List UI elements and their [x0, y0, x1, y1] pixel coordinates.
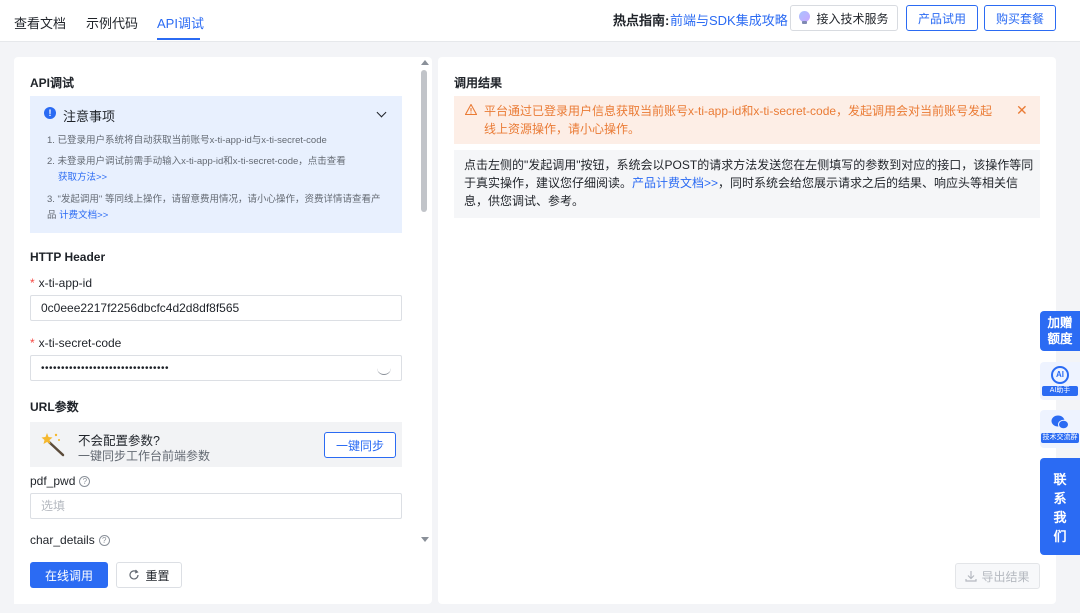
- result-panel: 调用结果 平台通过已登录用户信息获取当前账号x-ti-app-id和x-ti-s…: [438, 57, 1056, 604]
- ai-icon-label: AI: [1056, 370, 1064, 379]
- wechat-icon: [1051, 415, 1069, 430]
- warning-text: 平台通过已登录用户信息获取当前账号x-ti-app-id和x-ti-secret…: [484, 104, 993, 136]
- app-id-label: * x-ti-app-id: [30, 276, 92, 290]
- char-details-label-text: char_details: [30, 533, 95, 547]
- bonus-quota-button[interactable]: 加赠额度: [1040, 311, 1080, 351]
- tech-service-button[interactable]: 接入技术服务: [790, 5, 898, 31]
- warning-alert: 平台通过已登录用户信息获取当前账号x-ti-app-id和x-ti-secret…: [454, 96, 1040, 144]
- buy-package-button[interactable]: 购买套餐: [984, 5, 1056, 31]
- notice-item-2: 2. 未登录用户调试前需手动输入x-ti-app-id和x-ti-secret-…: [47, 154, 387, 186]
- tab-docs[interactable]: 查看文档: [14, 13, 66, 32]
- action-bar: 在线调用 重置: [14, 551, 419, 604]
- lightbulb-icon: [799, 11, 811, 25]
- notice-title: 注意事项: [63, 109, 116, 124]
- download-icon: [965, 571, 978, 582]
- http-header-title: HTTP Header: [30, 250, 106, 264]
- get-method-link[interactable]: 获取方法>>: [58, 172, 107, 183]
- contact-us-button[interactable]: 联系我们: [1040, 458, 1080, 555]
- pdf-pwd-label: pdf_pwd?: [30, 474, 91, 488]
- magic-wand-icon: [41, 433, 65, 457]
- char-details-label: char_details?: [30, 533, 110, 547]
- tech-service-label: 接入技术服务: [816, 11, 889, 26]
- app-id-label-text: x-ti-app-id: [38, 276, 93, 290]
- scroll-up-arrow[interactable]: [421, 60, 429, 65]
- sync-subtitle: 一键同步工作台前端参数: [78, 449, 211, 463]
- notice-item-1: 1. 已登录用户系统将自动获取当前账号x-ti-app-id与x-ti-secr…: [47, 135, 327, 146]
- tech-group-button[interactable]: 技术交流群: [1040, 410, 1080, 448]
- active-tab-indicator: [157, 38, 200, 40]
- ai-assistant-button[interactable]: AI AI助手: [1040, 362, 1080, 400]
- secret-code-label-text: x-ti-secret-code: [38, 336, 122, 350]
- tab-sample-code[interactable]: 示例代码: [86, 13, 138, 32]
- reset-label: 重置: [145, 568, 170, 583]
- api-debug-panel: API调试 ! 注意事项 1. 已登录用户系统将自动获取当前账号x-ti-app…: [14, 57, 432, 604]
- billing-doc-link[interactable]: 计费文档>>: [59, 210, 108, 221]
- notice-item-3: 3. "发起调用" 等同线上操作，请留意费用情况，请小心操作，资费详情请查看产品…: [47, 192, 387, 224]
- hot-guide-label: 热点指南:: [613, 13, 670, 28]
- url-params-title: URL参数: [30, 400, 79, 414]
- pdf-pwd-input[interactable]: [30, 493, 402, 519]
- app-id-input[interactable]: [30, 295, 402, 321]
- export-result-button[interactable]: 导出结果: [955, 563, 1040, 589]
- product-trial-button[interactable]: 产品试用: [906, 5, 978, 31]
- info-icon: !: [44, 107, 56, 119]
- contact-us-label: 联系我们: [1053, 472, 1067, 544]
- required-mark: *: [30, 276, 35, 290]
- scroll-down-arrow[interactable]: [421, 537, 429, 542]
- sync-button[interactable]: 一键同步: [324, 432, 396, 458]
- refresh-icon: [129, 569, 140, 580]
- chevron-down-icon[interactable]: [376, 107, 387, 118]
- billing-doc-link-right[interactable]: 产品计费文档>>: [632, 176, 718, 190]
- top-bar: 查看文档 示例代码 API调试 热点指南: 前端与SDK集成攻略 接入技术服务 …: [0, 0, 1080, 42]
- online-call-button[interactable]: 在线调用: [30, 562, 108, 588]
- bonus-quota-label: 加赠额度: [1047, 316, 1073, 346]
- help-icon[interactable]: ?: [98, 535, 110, 546]
- export-label: 导出结果: [981, 569, 1030, 584]
- notice-item-2-text: 2. 未登录用户调试前需手动输入x-ti-app-id和x-ti-secret-…: [47, 156, 346, 167]
- secret-code-label: * x-ti-secret-code: [30, 336, 121, 350]
- close-icon[interactable]: ✕: [1016, 102, 1028, 119]
- reset-button[interactable]: 重置: [116, 562, 182, 588]
- ai-icon: AI: [1051, 366, 1069, 384]
- sync-params-box: 不会配置参数? 一键同步工作台前端参数 一键同步: [30, 422, 402, 467]
- warning-icon: [465, 104, 477, 115]
- ai-assistant-label: AI助手: [1042, 386, 1078, 396]
- help-icon[interactable]: ?: [79, 476, 91, 487]
- api-debug-title: API调试: [30, 76, 75, 90]
- info-box: 点击左侧的"发起调用"按钮，系统会以POST的请求方法发送您在左侧填写的参数到对…: [454, 150, 1040, 218]
- result-title: 调用结果: [454, 76, 503, 90]
- info-text: 点击左侧的"发起调用"按钮，系统会以POST的请求方法发送您在左侧填写的参数到对…: [464, 156, 1034, 210]
- required-mark: *: [30, 336, 35, 350]
- pdf-pwd-label-text: pdf_pwd: [30, 474, 76, 488]
- hot-guide-link[interactable]: 前端与SDK集成攻略: [670, 10, 788, 29]
- tab-api-debug[interactable]: API调试: [157, 13, 204, 32]
- tech-group-label: 技术交流群: [1041, 433, 1079, 443]
- scrollbar-thumb[interactable]: [421, 70, 427, 212]
- secret-code-input[interactable]: [30, 355, 402, 381]
- notice-box: ! 注意事项 1. 已登录用户系统将自动获取当前账号x-ti-app-id与x-…: [30, 96, 402, 233]
